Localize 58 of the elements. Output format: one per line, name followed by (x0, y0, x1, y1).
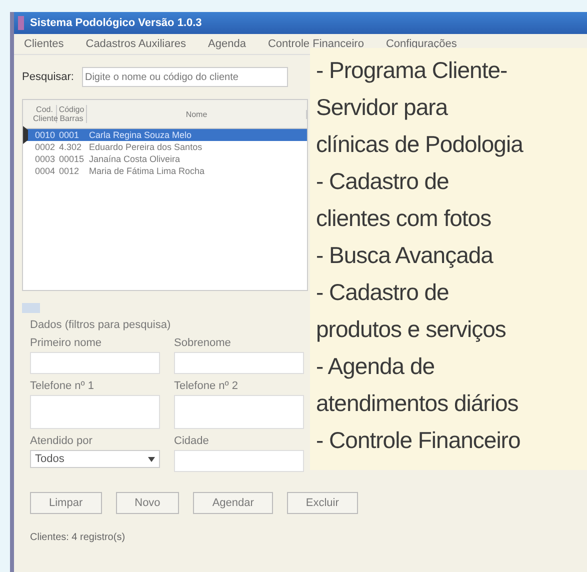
action-button[interactable]: Agendar (193, 492, 273, 514)
input-field[interactable] (174, 450, 304, 472)
action-button[interactable]: Excluir (286, 492, 358, 514)
menu-item[interactable]: Controle Financeiro (268, 38, 364, 50)
input-field[interactable] (30, 352, 160, 374)
table-cell-text: 0002 (34, 142, 56, 152)
app-icon (18, 16, 24, 30)
note-line: clientes com fotos (316, 204, 492, 233)
table-row[interactable]: 0004 0012 Maria de Fátima Lima Rocha (23, 165, 307, 177)
action-button[interactable]: Limpar (30, 492, 102, 514)
note-line: atendimentos diários (316, 389, 520, 418)
table-cell-text: Janaína Costa Oliveira (88, 154, 182, 164)
table-cell-text: Carla Regina Souza Melo (88, 130, 193, 140)
table-row[interactable]: 0003 00015 Janaína Costa Oliveira (23, 153, 307, 165)
field-label: Sobrenome (174, 337, 232, 349)
table-cell-text: 4.302 (58, 142, 83, 152)
table-cell-text: Maria de Fátima Lima Rocha (88, 166, 206, 176)
note-line: - Busca Avançada (316, 241, 494, 270)
field-label: Telefone nº 1 (30, 380, 95, 392)
menu-item[interactable]: Agenda (208, 38, 246, 50)
note-line: clínicas de Podologia (316, 130, 524, 159)
note-line: - Controle Financeiro (316, 426, 522, 455)
field-label: Cidade (174, 435, 210, 447)
input-field[interactable] (174, 352, 304, 374)
caret-icon (148, 456, 155, 462)
note-line: - Programa Cliente- (316, 56, 508, 85)
note-line: Servidor para (316, 93, 449, 122)
table-cell-text: 0012 (58, 166, 80, 176)
table-cell-text: 0010 (34, 130, 56, 140)
table-cell-text: 00015 (58, 154, 86, 164)
note-line: - Cadastro de (316, 167, 450, 196)
table-row[interactable]: 0010 0001 Carla Regina Souza Melo (23, 129, 307, 141)
input-field[interactable] (30, 395, 160, 429)
table-cell-text: 0003 (34, 154, 56, 164)
action-button[interactable]: Novo (116, 492, 180, 514)
column-header[interactable]: Código Barras (57, 105, 87, 123)
field-label: Telefone nº 2 (174, 380, 239, 392)
menu-item[interactable]: Cadastros Auxiliares (86, 38, 186, 50)
field-label: Primeiro nome (30, 337, 103, 349)
search-field[interactable]: Digite o nome ou código do cliente (82, 67, 288, 87)
table-cell-text: 0001 (58, 130, 80, 140)
window-title: Sistema Podológico Versão 1.0.3 (30, 17, 202, 29)
note-line: - Agenda de (316, 352, 436, 381)
table-row[interactable]: 0002 4.302 Eduardo Pereira dos Santos (23, 141, 307, 153)
input-field[interactable] (174, 395, 304, 429)
search-label: Pesquisar: (22, 71, 74, 83)
dropdown[interactable]: Todos (30, 450, 160, 468)
column-header[interactable]: Cod. Cliente (33, 105, 57, 123)
column-header[interactable]: Nome (87, 110, 307, 118)
note-line: - Cadastro de (316, 278, 450, 307)
field-label: Atendido por (30, 435, 94, 447)
collapse-toggle[interactable] (22, 303, 40, 313)
note-line: produtos e serviços (316, 315, 507, 344)
menu-item[interactable]: Clientes (24, 38, 64, 50)
table-cell-text: Eduardo Pereira dos Santos (88, 142, 204, 152)
status-text: Clientes: 4 registro(s) (29, 531, 126, 545)
menu-item[interactable]: Configurações (386, 38, 457, 50)
table-cell-text: 0004 (34, 166, 56, 176)
